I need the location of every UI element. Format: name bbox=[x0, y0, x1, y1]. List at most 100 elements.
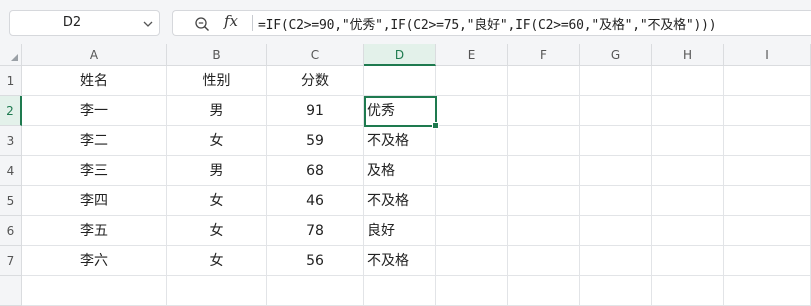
cell-gx[interactable] bbox=[580, 276, 652, 306]
column-header-f[interactable]: F bbox=[508, 44, 580, 66]
cell-g2[interactable] bbox=[580, 96, 652, 126]
cell-f3[interactable] bbox=[508, 126, 580, 156]
function-icon[interactable]: fx bbox=[224, 12, 238, 30]
formula-divider bbox=[252, 15, 253, 31]
column-header-c[interactable]: C bbox=[267, 44, 364, 66]
cell-f4[interactable] bbox=[508, 156, 580, 186]
cell-a5[interactable]: 李四 bbox=[22, 186, 167, 216]
row-header-1[interactable]: 1 bbox=[0, 66, 22, 96]
row-header-2[interactable]: 2 bbox=[0, 96, 22, 126]
cell-ex[interactable] bbox=[436, 276, 508, 306]
cell-c1[interactable]: 分数 bbox=[267, 66, 364, 96]
cell-c7[interactable]: 56 bbox=[267, 246, 364, 276]
cell-b3[interactable]: 女 bbox=[167, 126, 267, 156]
cell-a7[interactable]: 李六 bbox=[22, 246, 167, 276]
cell-i6[interactable] bbox=[724, 216, 811, 246]
cell-f1[interactable] bbox=[508, 66, 580, 96]
cell-i1[interactable] bbox=[724, 66, 811, 96]
cell-bx[interactable] bbox=[167, 276, 267, 306]
cell-i3[interactable] bbox=[724, 126, 811, 156]
name-box[interactable]: D2 bbox=[9, 10, 160, 36]
cell-e1[interactable] bbox=[436, 66, 508, 96]
cell-e4[interactable] bbox=[436, 156, 508, 186]
cell-i2[interactable] bbox=[724, 96, 811, 126]
cell-f6[interactable] bbox=[508, 216, 580, 246]
cell-a2[interactable]: 李一 bbox=[22, 96, 167, 126]
cell-e7[interactable] bbox=[436, 246, 508, 276]
cell-g5[interactable] bbox=[580, 186, 652, 216]
row-header-5[interactable]: 5 bbox=[0, 186, 22, 216]
formula-input[interactable]: =IF(C2>=90,"优秀",IF(C2>=75,"良好",IF(C2>=60… bbox=[258, 14, 717, 33]
cell-c5[interactable]: 46 bbox=[267, 186, 364, 216]
cell-b1[interactable]: 性别 bbox=[167, 66, 267, 96]
cell-d7[interactable]: 不及格 bbox=[364, 246, 436, 276]
cell-a4[interactable]: 李三 bbox=[22, 156, 167, 186]
row-header-7[interactable]: 7 bbox=[0, 246, 22, 276]
column-header-h[interactable]: H bbox=[652, 44, 724, 66]
cell-c6[interactable]: 78 bbox=[267, 216, 364, 246]
cell-f7[interactable] bbox=[508, 246, 580, 276]
cell-ax[interactable] bbox=[22, 276, 167, 306]
cell-d5[interactable]: 不及格 bbox=[364, 186, 436, 216]
cell-c4[interactable]: 68 bbox=[267, 156, 364, 186]
column-headers: ABCDEFGHI bbox=[22, 44, 811, 66]
cell-h6[interactable] bbox=[652, 216, 724, 246]
cell-d1[interactable] bbox=[364, 66, 436, 96]
cell-f2[interactable] bbox=[508, 96, 580, 126]
cell-g4[interactable] bbox=[580, 156, 652, 186]
cell-b4[interactable]: 男 bbox=[167, 156, 267, 186]
formula-input-area[interactable]: fx =IF(C2>=90,"优秀",IF(C2>=75,"良好",IF(C2>… bbox=[172, 10, 811, 36]
cell-d3[interactable]: 不及格 bbox=[364, 126, 436, 156]
column-header-i[interactable]: I bbox=[724, 44, 811, 66]
cell-g1[interactable] bbox=[580, 66, 652, 96]
cell-e6[interactable] bbox=[436, 216, 508, 246]
cell-e5[interactable] bbox=[436, 186, 508, 216]
cell-h7[interactable] bbox=[652, 246, 724, 276]
cell-b5[interactable]: 女 bbox=[167, 186, 267, 216]
cell-f5[interactable] bbox=[508, 186, 580, 216]
cell-b6[interactable]: 女 bbox=[167, 216, 267, 246]
formula-bar-area: D2 fx =IF(C2>=90,"优秀",IF(C2>=75,"良好",IF(… bbox=[0, 0, 811, 44]
column-header-e[interactable]: E bbox=[436, 44, 508, 66]
cell-g3[interactable] bbox=[580, 126, 652, 156]
cell-e2[interactable] bbox=[436, 96, 508, 126]
cell-h2[interactable] bbox=[652, 96, 724, 126]
chevron-down-icon[interactable] bbox=[143, 19, 153, 29]
cell-d4[interactable]: 及格 bbox=[364, 156, 436, 186]
cell-c2[interactable]: 91 bbox=[267, 96, 364, 126]
row-header-partial[interactable] bbox=[0, 276, 22, 306]
cell-d2[interactable]: 优秀 bbox=[364, 96, 436, 126]
cell-e3[interactable] bbox=[436, 126, 508, 156]
cell-b2[interactable]: 男 bbox=[167, 96, 267, 126]
row-header-4[interactable]: 4 bbox=[0, 156, 22, 186]
cell-ix[interactable] bbox=[724, 276, 811, 306]
cell-c3[interactable]: 59 bbox=[267, 126, 364, 156]
cell-a6[interactable]: 李五 bbox=[22, 216, 167, 246]
column-header-d[interactable]: D bbox=[364, 44, 436, 66]
column-header-g[interactable]: G bbox=[580, 44, 652, 66]
cell-a1[interactable]: 姓名 bbox=[22, 66, 167, 96]
cell-g6[interactable] bbox=[580, 216, 652, 246]
cell-i5[interactable] bbox=[724, 186, 811, 216]
cell-h1[interactable] bbox=[652, 66, 724, 96]
cell-hx[interactable] bbox=[652, 276, 724, 306]
cell-a3[interactable]: 李二 bbox=[22, 126, 167, 156]
cell-h3[interactable] bbox=[652, 126, 724, 156]
row-header-6[interactable]: 6 bbox=[0, 216, 22, 246]
column-header-a[interactable]: A bbox=[22, 44, 167, 66]
cell-g7[interactable] bbox=[580, 246, 652, 276]
name-box-value[interactable]: D2 bbox=[10, 15, 134, 30]
cell-h4[interactable] bbox=[652, 156, 724, 186]
cell-dx[interactable] bbox=[364, 276, 436, 306]
cell-h5[interactable] bbox=[652, 186, 724, 216]
cell-d6[interactable]: 良好 bbox=[364, 216, 436, 246]
select-all-button[interactable] bbox=[0, 44, 22, 66]
cell-fx[interactable] bbox=[508, 276, 580, 306]
row-header-3[interactable]: 3 bbox=[0, 126, 22, 156]
cell-i4[interactable] bbox=[724, 156, 811, 186]
cell-i7[interactable] bbox=[724, 246, 811, 276]
zoom-search-icon[interactable] bbox=[194, 16, 210, 32]
cell-cx[interactable] bbox=[267, 276, 364, 306]
column-header-b[interactable]: B bbox=[167, 44, 267, 66]
cell-b7[interactable]: 女 bbox=[167, 246, 267, 276]
